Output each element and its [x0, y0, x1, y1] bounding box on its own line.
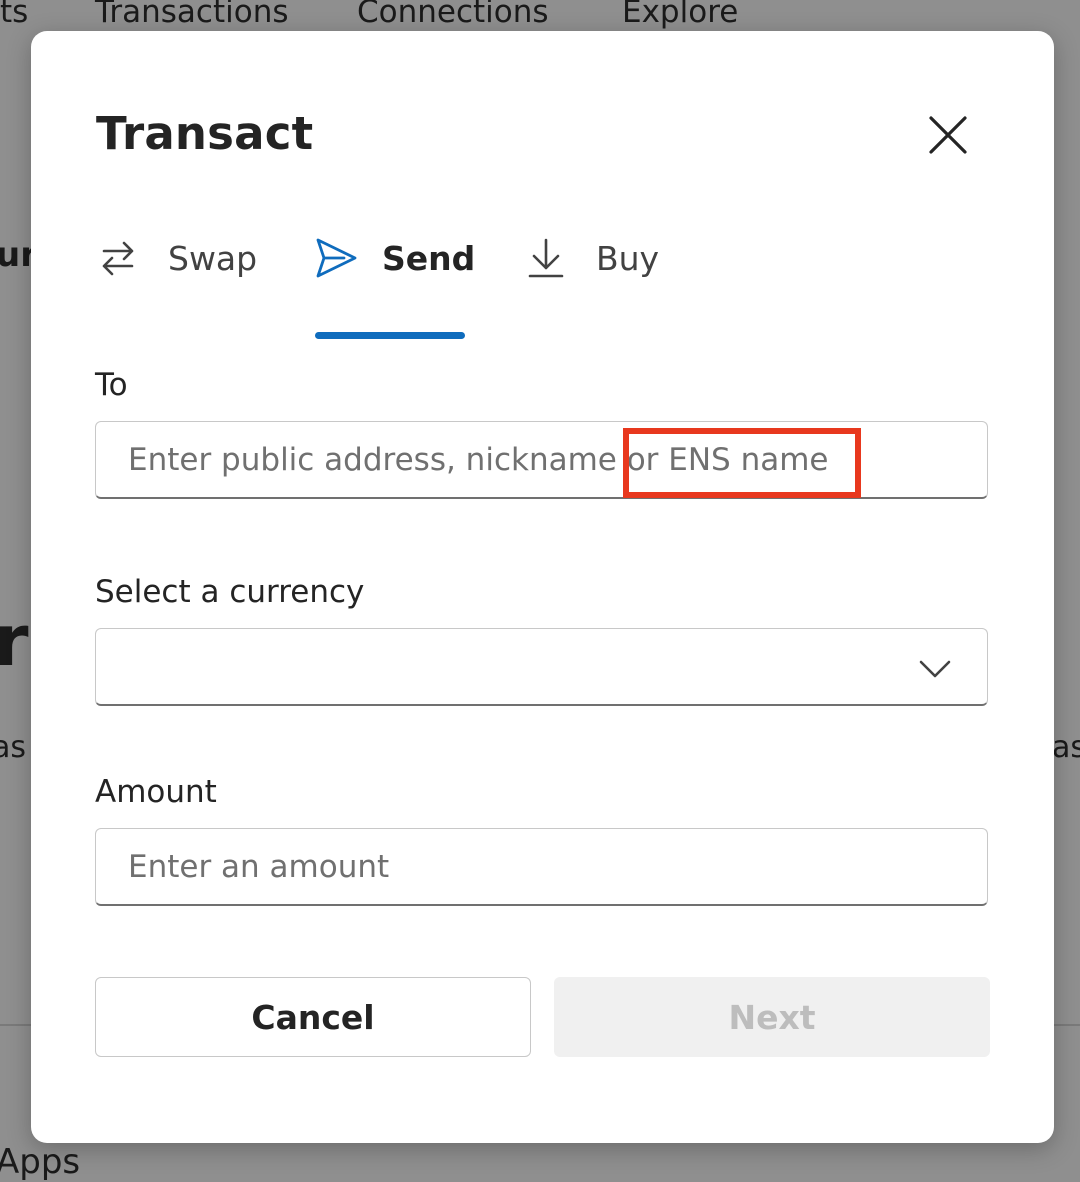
swap-arrows-icon	[96, 236, 140, 280]
background-nav-item: Explore	[622, 0, 739, 30]
send-icon	[314, 236, 358, 280]
cancel-button[interactable]: Cancel	[95, 977, 531, 1057]
close-icon	[929, 116, 967, 154]
active-tab-indicator	[315, 332, 465, 339]
amount-input[interactable]	[128, 829, 948, 904]
to-label: To	[95, 367, 128, 403]
transact-dialog: Transact Swap Send Buy To Enter public a…	[31, 31, 1054, 1143]
next-button[interactable]: Next	[554, 977, 990, 1057]
tab-buy[interactable]: Buy	[524, 227, 659, 289]
to-input[interactable]	[128, 422, 948, 497]
chevron-down-icon	[919, 660, 951, 678]
currency-select[interactable]	[95, 628, 988, 706]
dialog-title: Transact	[96, 107, 314, 160]
tab-swap[interactable]: Swap	[96, 227, 257, 289]
background-text: Apps	[0, 1142, 81, 1182]
background-text: as	[1052, 730, 1080, 765]
background-text: as	[0, 730, 27, 765]
download-arrow-icon	[524, 236, 568, 280]
to-field[interactable]	[95, 421, 988, 499]
tab-buy-label: Buy	[596, 238, 660, 278]
background-text: r	[0, 600, 29, 682]
close-button[interactable]	[924, 111, 972, 159]
background-nav-item: ts	[0, 0, 29, 30]
tab-swap-label: Swap	[168, 238, 258, 278]
currency-label: Select a currency	[95, 574, 365, 610]
tab-send[interactable]: Send	[314, 227, 475, 289]
tab-send-label: Send	[382, 238, 476, 278]
amount-label: Amount	[95, 774, 217, 810]
amount-field[interactable]	[95, 828, 988, 906]
background-nav-item: Connections	[357, 0, 549, 30]
background-nav-item: Transactions	[95, 0, 289, 30]
